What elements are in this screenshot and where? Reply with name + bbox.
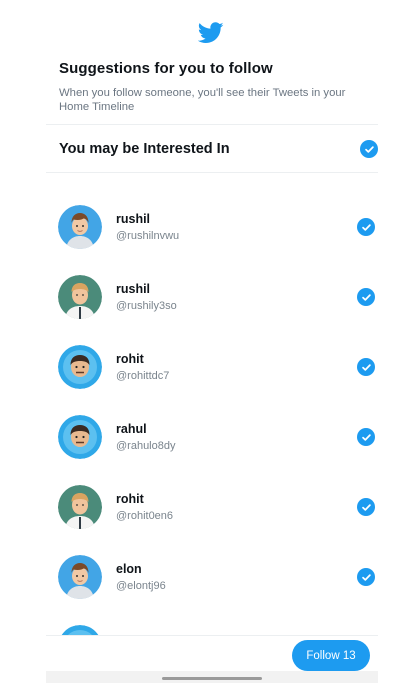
user-name: rohit: [116, 492, 144, 506]
selected-check-icon[interactable]: [357, 568, 375, 586]
user-info: rahul @rahulo8dy: [116, 422, 357, 452]
section-title: You may be Interested In: [59, 141, 230, 157]
divider: [46, 172, 378, 173]
divider: [46, 124, 378, 125]
suggestions-header: Suggestions for you to follow When you f…: [59, 60, 378, 114]
selected-check-icon[interactable]: [357, 288, 375, 306]
list-item[interactable]: elon @elontj96: [58, 542, 378, 612]
user-handle: @rohit0en6: [116, 510, 174, 522]
page-title: Suggestions for you to follow: [59, 60, 273, 77]
section-interested-in[interactable]: You may be Interested In: [59, 136, 378, 162]
user-handle: @rahulo8dy: [116, 440, 176, 452]
user-name: rahul: [116, 422, 147, 436]
page-subtitle: When you follow someone, you'll see thei…: [59, 87, 346, 113]
avatar: [58, 625, 102, 635]
user-info: elon @elontj96: [116, 562, 357, 592]
list-item[interactable]: rohit @rohittdc7: [58, 332, 378, 402]
user-info: rohit @rohit0en6: [116, 492, 357, 522]
avatar: [58, 415, 102, 459]
selected-check-icon[interactable]: [357, 358, 375, 376]
user-name: elon: [116, 562, 142, 576]
selected-check-icon[interactable]: [357, 218, 375, 236]
list-item[interactable]: rushil @rushily3so: [58, 262, 378, 332]
twitter-bird-icon: [198, 22, 224, 43]
selected-check-icon[interactable]: [357, 428, 375, 446]
list-item-partial[interactable]: [58, 612, 378, 635]
user-name: rohit: [116, 352, 144, 366]
user-handle: @rushily3so: [116, 300, 177, 312]
user-handle: @elontj96: [116, 580, 166, 592]
user-info: rohit @rohittdc7: [116, 352, 357, 382]
user-info: rushil @rushily3so: [116, 282, 357, 312]
user-handle: @rushilnvwu: [116, 230, 180, 242]
avatar: [58, 205, 102, 249]
follow-button[interactable]: Follow 13: [292, 640, 370, 671]
home-indicator: [162, 677, 262, 680]
suggestion-list[interactable]: rushil @rushilnvwu rushil @rushily3so ro…: [0, 190, 408, 635]
list-item[interactable]: rahul @rahulo8dy: [58, 402, 378, 472]
user-info: rushil @rushilnvwu: [116, 212, 357, 242]
footer: Follow 13: [46, 635, 378, 683]
list-item[interactable]: rushil @rushilnvwu: [58, 192, 378, 262]
avatar: [58, 345, 102, 389]
selected-check-icon[interactable]: [357, 498, 375, 516]
list-item[interactable]: rohit @rohit0en6: [58, 472, 378, 542]
user-name: rushil: [116, 282, 151, 296]
avatar: [58, 555, 102, 599]
select-all-check-icon[interactable]: [360, 140, 378, 158]
avatar: [58, 485, 102, 529]
user-handle: @rohittdc7: [116, 370, 170, 382]
user-name: rushil: [116, 212, 151, 226]
avatar: [58, 275, 102, 319]
